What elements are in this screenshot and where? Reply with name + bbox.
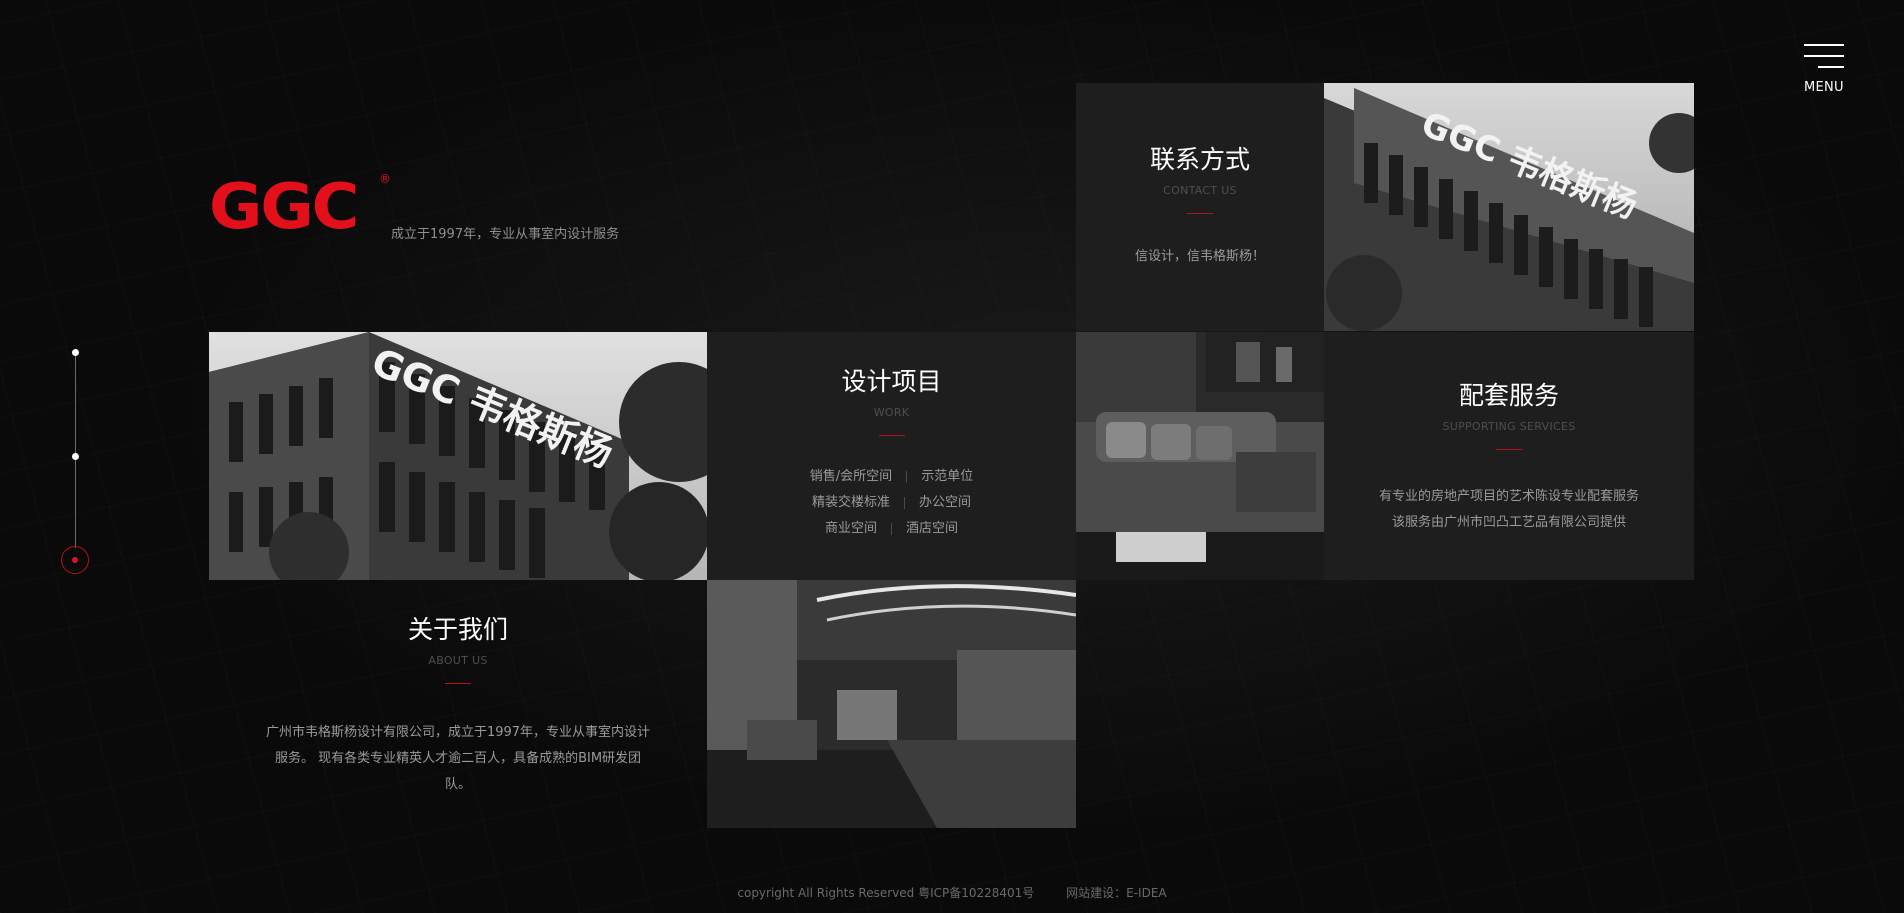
section-nav-line (75, 352, 76, 548)
about-title: 关于我们 (407, 615, 508, 644)
contact-subtitle: CONTACT US (1163, 184, 1237, 197)
work-link-commercial[interactable]: 商业空间 (825, 521, 877, 536)
services-text-line2: 该服务由广州市凹凸工艺品有限公司提供 (1391, 515, 1626, 530)
services-tile[interactable]: 配套服务 SUPPORTING SERVICES 有专业的房地产项目的艺术陈设专… (1324, 332, 1694, 580)
section-nav-dot-2[interactable] (72, 453, 79, 460)
work-link-hotel[interactable]: 酒店空间 (906, 521, 958, 536)
work-link-showflat[interactable]: 示范单位 (921, 469, 973, 484)
services-title: 配套服务 (1458, 381, 1559, 410)
about-text-line2: 服务。 现有各类专业精英人才逾二百人，具备成熟的BIM研发团 (274, 751, 642, 766)
work-tile[interactable]: 设计项目 WORK 销售/会所空间 示范单位 精装交楼标准 办公空间 商业空间 酒店空… (707, 332, 1076, 580)
menu-label: MENU (1804, 80, 1844, 95)
work-subtitle: WORK (873, 406, 910, 419)
about-section[interactable]: 关于我们 ABOUT US 广州市韦格斯杨设计有限公司，成立于1997年，专业从… (209, 580, 707, 828)
contact-title: 联系方式 (1149, 145, 1250, 174)
footer: copyright All Rights Reserved 粤ICP备10228… (0, 884, 1904, 901)
work-link-office[interactable]: 办公空间 (919, 495, 971, 510)
about-text-line1: 广州市韦格斯杨设计有限公司，成立于1997年，专业从事室内设计 (265, 725, 651, 740)
menu-button[interactable]: MENU (1796, 40, 1846, 100)
services-divider (1496, 449, 1522, 450)
section-nav-dot-active[interactable] (61, 546, 89, 574)
contact-divider (1187, 213, 1213, 214)
contact-text: 信设计，信韦格斯杨！ (1134, 249, 1265, 264)
section-nav-dot-1[interactable] (72, 349, 79, 356)
work-divider (878, 435, 905, 436)
contact-building-image: GGC 韦格斯杨 (1324, 83, 1694, 331)
tagline: 成立于1997年，专业从事室内设计服务 (391, 227, 620, 242)
about-subtitle: ABOUT US (428, 654, 488, 667)
work-link-fitout[interactable]: 精装交楼标准 (812, 495, 890, 510)
about-divider (445, 683, 471, 684)
about-building-image: GGC 韦格斯杨 (209, 332, 707, 580)
contact-tile[interactable]: 联系方式 CONTACT US 信设计，信韦格斯杨！ (1076, 83, 1324, 331)
work-category-list: 销售/会所空间 示范单位 精装交楼标准 办公空间 商业空间 酒店空间 (707, 464, 1076, 542)
site-credit[interactable]: 网站建设：E-IDEA (1066, 886, 1166, 900)
registered-mark: ® (379, 172, 391, 186)
menu-icon (1804, 44, 1844, 70)
interior-sofa-image (1076, 332, 1324, 580)
hotel-pool-image (707, 580, 1076, 828)
work-title: 设计项目 (841, 367, 942, 396)
services-subtitle: SUPPORTING SERVICES (1442, 420, 1576, 433)
work-link-sales[interactable]: 销售/会所空间 (810, 469, 892, 484)
services-text-line1: 有专业的房地产项目的艺术陈设专业配套服务 (1378, 489, 1639, 504)
about-text-line3: 队。 (444, 777, 471, 792)
logo-text: GGC (209, 170, 359, 243)
section-nav (58, 340, 94, 580)
copyright-text[interactable]: copyright All Rights Reserved 粤ICP备10228… (737, 886, 1034, 900)
